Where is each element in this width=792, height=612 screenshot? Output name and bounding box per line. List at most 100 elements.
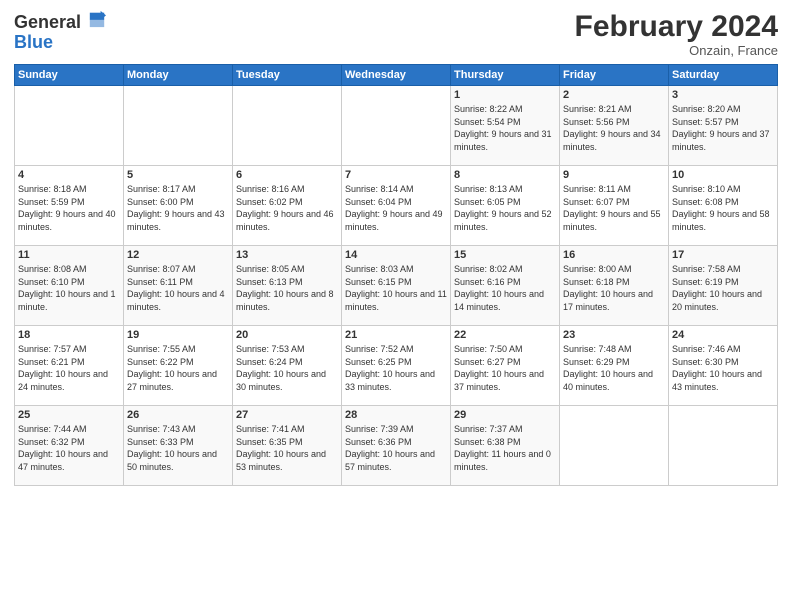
- day-number: 18: [18, 329, 120, 341]
- day-number: 1: [454, 89, 556, 101]
- calendar-cell: 7 Sunrise: 8:14 AM Sunset: 6:04 PM Daylig…: [342, 166, 451, 246]
- day-number: 26: [127, 409, 229, 421]
- calendar-cell: 5 Sunrise: 8:17 AM Sunset: 6:00 PM Daylig…: [124, 166, 233, 246]
- calendar-cell: 12 Sunrise: 8:07 AM Sunset: 6:11 PM Dayli…: [124, 246, 233, 326]
- day-number: 7: [345, 169, 447, 181]
- calendar-cell: 24Sunrise: 7:46 AM Sunset: 6:30 PM Dayli…: [669, 326, 778, 406]
- calendar-cell: 16 Sunrise: 8:00 AM Sunset: 6:18 PM Dayli…: [560, 246, 669, 326]
- calendar-week-row: 18 Sunrise: 7:57 AM Sunset: 6:21 PM Dayli…: [15, 326, 778, 406]
- day-info: Sunrise: 8:03 AM Sunset: 6:15 PM Dayligh…: [345, 263, 447, 313]
- day-number: 10: [672, 169, 774, 181]
- calendar-cell: 22 Sunrise: 7:50 AM Sunset: 6:27 PM Dayli…: [451, 326, 560, 406]
- day-info: Sunrise: 8:13 AM Sunset: 6:05 PM Dayligh…: [454, 183, 556, 233]
- day-number: 23: [563, 329, 665, 341]
- weekday-header: Sunday: [15, 65, 124, 86]
- weekday-header: Friday: [560, 65, 669, 86]
- calendar-cell: [669, 406, 778, 486]
- weekday-header: Thursday: [451, 65, 560, 86]
- day-info: Sunrise: 7:43 AM Sunset: 6:33 PM Dayligh…: [127, 423, 229, 473]
- calendar-week-row: 1 Sunrise: 8:22 AM Sunset: 5:54 PM Daylig…: [15, 86, 778, 166]
- calendar-cell: 8 Sunrise: 8:13 AM Sunset: 6:05 PM Daylig…: [451, 166, 560, 246]
- calendar-cell: 20 Sunrise: 7:53 AM Sunset: 6:24 PM Dayli…: [233, 326, 342, 406]
- calendar-cell: 19Sunrise: 7:55 AM Sunset: 6:22 PM Dayli…: [124, 326, 233, 406]
- weekday-header: Saturday: [669, 65, 778, 86]
- calendar-cell: 2 Sunrise: 8:21 AM Sunset: 5:56 PM Daylig…: [560, 86, 669, 166]
- day-number: 14: [345, 249, 447, 261]
- calendar-cell: 3 Sunrise: 8:20 AM Sunset: 5:57 PM Daylig…: [669, 86, 778, 166]
- calendar-week-row: 25Sunrise: 7:44 AM Sunset: 6:32 PM Dayli…: [15, 406, 778, 486]
- day-number: 15: [454, 249, 556, 261]
- calendar-cell: 13 Sunrise: 8:05 AM Sunset: 6:13 PM Dayli…: [233, 246, 342, 326]
- calendar-week-row: 11Sunrise: 8:08 AM Sunset: 6:10 PM Dayli…: [15, 246, 778, 326]
- day-info: Sunrise: 7:41 AM Sunset: 6:35 PM Dayligh…: [236, 423, 338, 473]
- day-info: Sunrise: 8:05 AM Sunset: 6:13 PM Dayligh…: [236, 263, 338, 313]
- day-info: Sunrise: 8:07 AM Sunset: 6:11 PM Dayligh…: [127, 263, 229, 313]
- location-label: Onzain, France: [575, 43, 778, 58]
- day-info: Sunrise: 8:18 AM Sunset: 5:59 PM Dayligh…: [18, 183, 120, 233]
- calendar-cell: 28 Sunrise: 7:39 AM Sunset: 6:36 PM Dayli…: [342, 406, 451, 486]
- calendar-cell: 6Sunrise: 8:16 AM Sunset: 6:02 PM Daylig…: [233, 166, 342, 246]
- calendar-cell: 4 Sunrise: 8:18 AM Sunset: 5:59 PM Daylig…: [15, 166, 124, 246]
- day-info: Sunrise: 8:00 AM Sunset: 6:18 PM Dayligh…: [563, 263, 665, 313]
- calendar-cell: 9 Sunrise: 8:11 AM Sunset: 6:07 PM Daylig…: [560, 166, 669, 246]
- day-info: Sunrise: 8:14 AM Sunset: 6:04 PM Dayligh…: [345, 183, 447, 233]
- day-info: Sunrise: 7:48 AM Sunset: 6:29 PM Dayligh…: [563, 343, 665, 393]
- calendar-cell: 18 Sunrise: 7:57 AM Sunset: 6:21 PM Dayli…: [15, 326, 124, 406]
- calendar-cell: 11Sunrise: 8:08 AM Sunset: 6:10 PM Dayli…: [15, 246, 124, 326]
- day-number: 12: [127, 249, 229, 261]
- day-info: Sunrise: 8:17 AM Sunset: 6:00 PM Dayligh…: [127, 183, 229, 233]
- calendar-cell: 14 Sunrise: 8:03 AM Sunset: 6:15 PM Dayli…: [342, 246, 451, 326]
- day-number: 28: [345, 409, 447, 421]
- calendar-cell: 25Sunrise: 7:44 AM Sunset: 6:32 PM Dayli…: [15, 406, 124, 486]
- month-title: February 2024: [575, 10, 778, 43]
- day-number: 16: [563, 249, 665, 261]
- day-info: Sunrise: 8:11 AM Sunset: 6:07 PM Dayligh…: [563, 183, 665, 233]
- day-number: 4: [18, 169, 120, 181]
- day-info: Sunrise: 8:02 AM Sunset: 6:16 PM Dayligh…: [454, 263, 556, 313]
- calendar-table: SundayMondayTuesdayWednesdayThursdayFrid…: [14, 64, 778, 486]
- day-number: 27: [236, 409, 338, 421]
- calendar-cell: 27 Sunrise: 7:41 AM Sunset: 6:35 PM Dayli…: [233, 406, 342, 486]
- day-number: 11: [18, 249, 120, 261]
- calendar-cell: 26 Sunrise: 7:43 AM Sunset: 6:33 PM Dayli…: [124, 406, 233, 486]
- calendar-cell: [233, 86, 342, 166]
- day-number: 20: [236, 329, 338, 341]
- day-info: Sunrise: 8:22 AM Sunset: 5:54 PM Dayligh…: [454, 103, 556, 153]
- weekday-header: Monday: [124, 65, 233, 86]
- calendar-cell: 17Sunrise: 7:58 AM Sunset: 6:19 PM Dayli…: [669, 246, 778, 326]
- day-info: Sunrise: 8:21 AM Sunset: 5:56 PM Dayligh…: [563, 103, 665, 153]
- calendar-cell: 23 Sunrise: 7:48 AM Sunset: 6:29 PM Dayli…: [560, 326, 669, 406]
- day-number: 13: [236, 249, 338, 261]
- day-number: 2: [563, 89, 665, 101]
- day-number: 3: [672, 89, 774, 101]
- day-info: Sunrise: 7:55 AM Sunset: 6:22 PM Dayligh…: [127, 343, 229, 393]
- calendar-cell: [342, 86, 451, 166]
- calendar-cell: [124, 86, 233, 166]
- day-number: 9: [563, 169, 665, 181]
- calendar-cell: 1 Sunrise: 8:22 AM Sunset: 5:54 PM Daylig…: [451, 86, 560, 166]
- day-number: 8: [454, 169, 556, 181]
- day-info: Sunrise: 8:16 AM Sunset: 6:02 PM Dayligh…: [236, 183, 338, 233]
- day-info: Sunrise: 7:53 AM Sunset: 6:24 PM Dayligh…: [236, 343, 338, 393]
- calendar-cell: [560, 406, 669, 486]
- calendar-cell: 15 Sunrise: 8:02 AM Sunset: 6:16 PM Dayli…: [451, 246, 560, 326]
- calendar-week-row: 4 Sunrise: 8:18 AM Sunset: 5:59 PM Daylig…: [15, 166, 778, 246]
- logo-blue: Blue: [14, 32, 53, 52]
- day-number: 5: [127, 169, 229, 181]
- weekday-header-row: SundayMondayTuesdayWednesdayThursdayFrid…: [15, 65, 778, 86]
- day-info: Sunrise: 7:57 AM Sunset: 6:21 PM Dayligh…: [18, 343, 120, 393]
- day-number: 22: [454, 329, 556, 341]
- day-number: 25: [18, 409, 120, 421]
- logo: General Blue: [14, 10, 106, 53]
- day-info: Sunrise: 8:20 AM Sunset: 5:57 PM Dayligh…: [672, 103, 774, 153]
- day-info: Sunrise: 7:52 AM Sunset: 6:25 PM Dayligh…: [345, 343, 447, 393]
- day-number: 17: [672, 249, 774, 261]
- day-info: Sunrise: 7:39 AM Sunset: 6:36 PM Dayligh…: [345, 423, 447, 473]
- title-block: February 2024 Onzain, France: [575, 10, 778, 58]
- weekday-header: Wednesday: [342, 65, 451, 86]
- day-info: Sunrise: 7:46 AM Sunset: 6:30 PM Dayligh…: [672, 343, 774, 393]
- day-info: Sunrise: 8:10 AM Sunset: 6:08 PM Dayligh…: [672, 183, 774, 233]
- day-number: 21: [345, 329, 447, 341]
- day-info: Sunrise: 7:50 AM Sunset: 6:27 PM Dayligh…: [454, 343, 556, 393]
- calendar-cell: 10 Sunrise: 8:10 AM Sunset: 6:08 PM Dayli…: [669, 166, 778, 246]
